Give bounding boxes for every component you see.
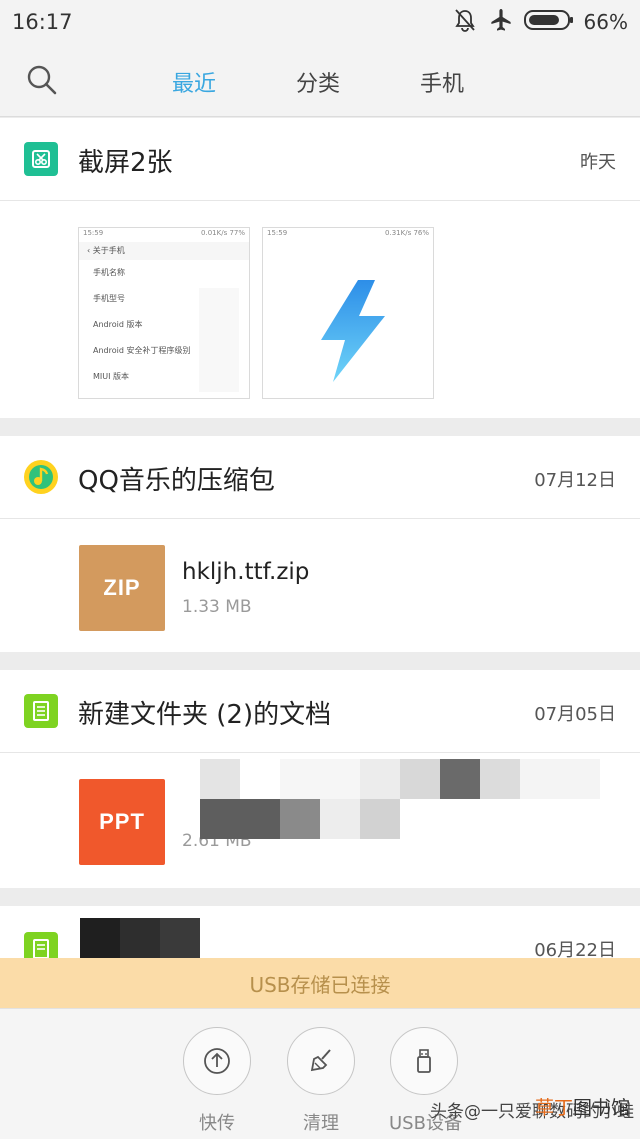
group-new-folder-docs: 新建文件夹 (2)的文档 07月05日 PPT 2.61 MB [0, 670, 640, 888]
mute-bell-icon [452, 7, 478, 37]
redaction-block [360, 759, 400, 799]
file-item[interactable]: PPT 2.61 MB [0, 753, 640, 885]
zip-file-icon: ZIP [79, 545, 165, 631]
battery-percent: 66% [583, 10, 628, 34]
screenshot-icon [24, 142, 58, 176]
file-size: 1.33 MB [182, 597, 252, 617]
redaction-block [200, 759, 240, 799]
group-partial: 06月22日 [0, 906, 640, 958]
nav-header: 最近 分类 手机 [0, 44, 640, 117]
redaction-block [480, 759, 520, 799]
redaction-block [520, 759, 600, 799]
screenshot-thumbnail[interactable]: 15:59 0.31K/s 76% [262, 227, 434, 399]
group-header[interactable]: 截屏2张 昨天 [0, 118, 640, 201]
search-button[interactable] [24, 62, 60, 98]
redaction-block [199, 288, 239, 392]
usb-drive-icon [417, 1049, 431, 1073]
group-header[interactable]: 新建文件夹 (2)的文档 07月05日 [0, 670, 640, 753]
quick-send-button[interactable]: 快传 [182, 1027, 252, 1135]
tab-phone[interactable]: 手机 [420, 66, 464, 98]
status-bar: 16:17 66% [0, 0, 640, 44]
upload-icon [204, 1048, 230, 1074]
redaction-block [400, 759, 440, 799]
bottom-action-bar: 快传 清理 USB设备 头条@一只爱聊数码的小蛙 草丁图书馆 [0, 1008, 640, 1139]
group-screenshots: 截屏2张 昨天 15:59 0.01K/s 77% ‹ 关于手机 手机名称 手机型… [0, 118, 640, 418]
airplane-icon [488, 7, 514, 37]
screenshot-thumbnail[interactable]: 15:59 0.01K/s 77% ‹ 关于手机 手机名称 手机型号 Androi… [78, 227, 250, 399]
redaction-block [120, 918, 160, 958]
group-date: 06月22日 [534, 940, 616, 958]
redaction-block [200, 799, 280, 839]
group-title: 截屏2张 [78, 148, 173, 178]
action-label: 清理 [303, 1113, 339, 1134]
redaction-block [440, 759, 480, 799]
document-icon [24, 694, 58, 728]
group-date: 07月12日 [534, 470, 616, 491]
file-item[interactable]: ZIP hkljh.ttf.zip 1.33 MB [0, 519, 640, 651]
ppt-file-icon: PPT [79, 779, 165, 865]
group-header[interactable]: QQ音乐的压缩包 07月12日 [0, 436, 640, 519]
qq-music-icon [24, 460, 58, 494]
battery-icon [523, 9, 574, 35]
action-label: 快传 [199, 1113, 235, 1134]
redaction-block [160, 918, 200, 958]
usb-connected-banner[interactable]: USB存储已连接 [0, 958, 640, 1008]
search-icon [27, 65, 57, 95]
tab-category[interactable]: 分类 [296, 66, 340, 98]
broom-icon [310, 1049, 331, 1072]
clean-button[interactable]: 清理 [286, 1027, 356, 1135]
group-date: 07月05日 [534, 704, 616, 725]
lightning-icon [321, 280, 385, 382]
redaction-block [80, 918, 120, 958]
group-qq-music: QQ音乐的压缩包 07月12日 ZIP hkljh.ttf.zip 1.33 M… [0, 436, 640, 652]
file-name: hkljh.ttf.zip [182, 559, 310, 585]
group-date: 昨天 [580, 152, 616, 173]
watermark-brand: 草丁图书馆 [534, 1097, 630, 1119]
document-icon [24, 932, 58, 958]
tab-recent[interactable]: 最近 [172, 66, 216, 98]
redaction-block [280, 759, 360, 799]
status-icons: 66% [452, 8, 628, 36]
redaction-block [320, 799, 360, 839]
mini-header: ‹ 关于手机 [79, 242, 249, 260]
status-time: 16:17 [12, 10, 73, 34]
redaction-block [280, 799, 320, 839]
group-title: 新建文件夹 (2)的文档 [78, 700, 332, 730]
group-title: QQ音乐的压缩包 [78, 466, 275, 496]
redaction-block [360, 799, 400, 839]
